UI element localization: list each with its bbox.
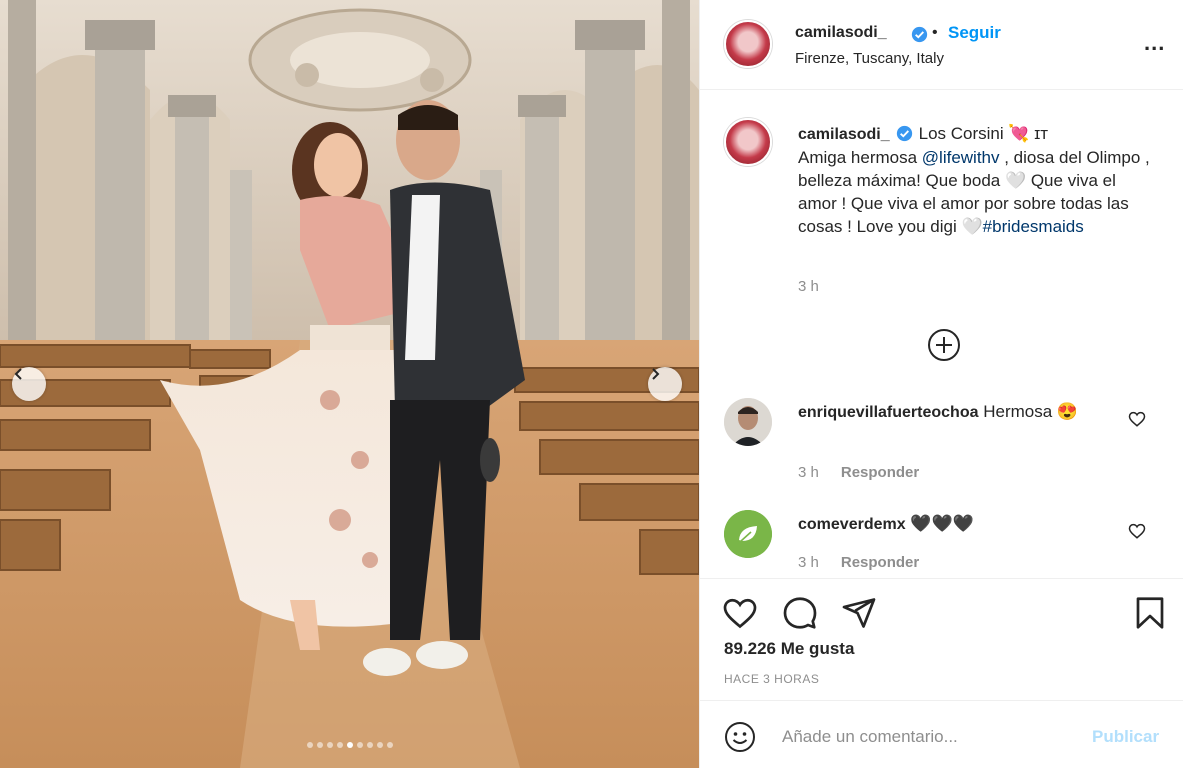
post-timestamp[interactable]: HACE 3 HORAS <box>724 672 819 686</box>
avatar[interactable] <box>724 20 772 68</box>
heart-icon[interactable] <box>722 595 758 631</box>
carousel-dot <box>316 742 323 748</box>
emoji-icon[interactable] <box>724 721 756 753</box>
carousel-dot <box>366 742 373 748</box>
comment-avatar[interactable] <box>724 510 772 558</box>
bookmark-icon[interactable] <box>1132 595 1168 631</box>
caption-title: Los Corsini 💘 ɪᴛ <box>918 124 1049 143</box>
share-icon[interactable] <box>841 595 877 631</box>
comment-username[interactable]: comeverdemx <box>798 516 906 533</box>
comment-input[interactable] <box>782 721 1082 753</box>
comment-text: enriquevillafuerteochoa Hermosa 😍 <box>798 400 1128 425</box>
carousel-dot <box>336 742 343 748</box>
comment-avatar[interactable] <box>724 398 772 446</box>
comment-body: Hermosa 😍 <box>983 402 1079 421</box>
carousel-dot <box>376 742 383 748</box>
carousel-dot <box>356 742 363 748</box>
caption-avatar[interactable] <box>724 118 772 166</box>
location-link[interactable]: Firenze, Tuscany, Italy <box>795 50 944 67</box>
follow-button[interactable]: Seguir <box>948 23 1001 43</box>
comment-body: 🖤🖤🖤 <box>910 514 974 533</box>
likes-count[interactable]: 89.226 Me gusta <box>724 639 854 659</box>
comment-icon[interactable] <box>782 595 818 631</box>
post-side-panel: camilasodi_ • Seguir Firenze, Tuscany, I… <box>699 0 1183 768</box>
mention-link[interactable]: @lifewithv <box>922 148 1000 167</box>
comment-text: comeverdemx 🖤🖤🖤 <box>798 512 1128 537</box>
carousel-indicator <box>0 742 699 748</box>
caption-username[interactable]: camilasodi_ <box>798 126 890 143</box>
caption-intro: Amiga hermosa <box>798 148 922 167</box>
header-username[interactable]: camilasodi_ <box>795 24 887 42</box>
heart-icon[interactable] <box>1128 410 1146 428</box>
church-photo-illustration <box>0 0 699 768</box>
chevron-left-icon <box>14 368 22 380</box>
carousel-prev-button[interactable] <box>12 367 46 401</box>
carousel-dot <box>326 742 333 748</box>
verified-badge-icon <box>896 125 912 142</box>
hashtag-link[interactable]: #bridesmaids <box>983 217 1084 236</box>
more-options-icon[interactable]: ... <box>1144 30 1165 56</box>
caption-time[interactable]: 3 h <box>798 278 819 295</box>
post-photo[interactable] <box>0 0 699 768</box>
heart-icon[interactable] <box>1128 522 1146 540</box>
comment-username[interactable]: enriquevillafuerteochoa <box>798 404 979 421</box>
comment-meta: 3 h Responder <box>798 464 919 481</box>
caption-text: camilasodi_ Los Corsini 💘 ɪᴛ Amiga hermos… <box>798 122 1158 238</box>
comment-meta: 3 h Responder <box>798 554 919 571</box>
post-header: camilasodi_ • Seguir Firenze, Tuscany, I… <box>700 0 1183 90</box>
avatar-photo <box>724 398 772 446</box>
add-comment-bar: Publicar <box>700 700 1183 768</box>
separator-dot: • <box>932 24 938 41</box>
reply-button[interactable]: Responder <box>841 554 919 571</box>
chevron-right-icon <box>652 368 660 380</box>
carousel-dot <box>306 742 313 748</box>
carousel-dot <box>346 742 353 748</box>
add-circle-icon[interactable] <box>927 328 961 362</box>
post-caption: camilasodi_ Los Corsini 💘 ɪᴛ Amiga hermos… <box>700 90 1183 580</box>
reply-button[interactable]: Responder <box>841 464 919 481</box>
carousel-dot <box>386 742 393 748</box>
carousel-next-button[interactable] <box>648 367 682 401</box>
comment-time[interactable]: 3 h <box>798 554 819 571</box>
leaf-logo-icon <box>724 510 772 558</box>
comment-time[interactable]: 3 h <box>798 464 819 481</box>
publish-button[interactable]: Publicar <box>1092 727 1159 747</box>
post-actions: 89.226 Me gusta HACE 3 HORAS <box>700 578 1183 700</box>
verified-badge-icon <box>911 26 928 43</box>
